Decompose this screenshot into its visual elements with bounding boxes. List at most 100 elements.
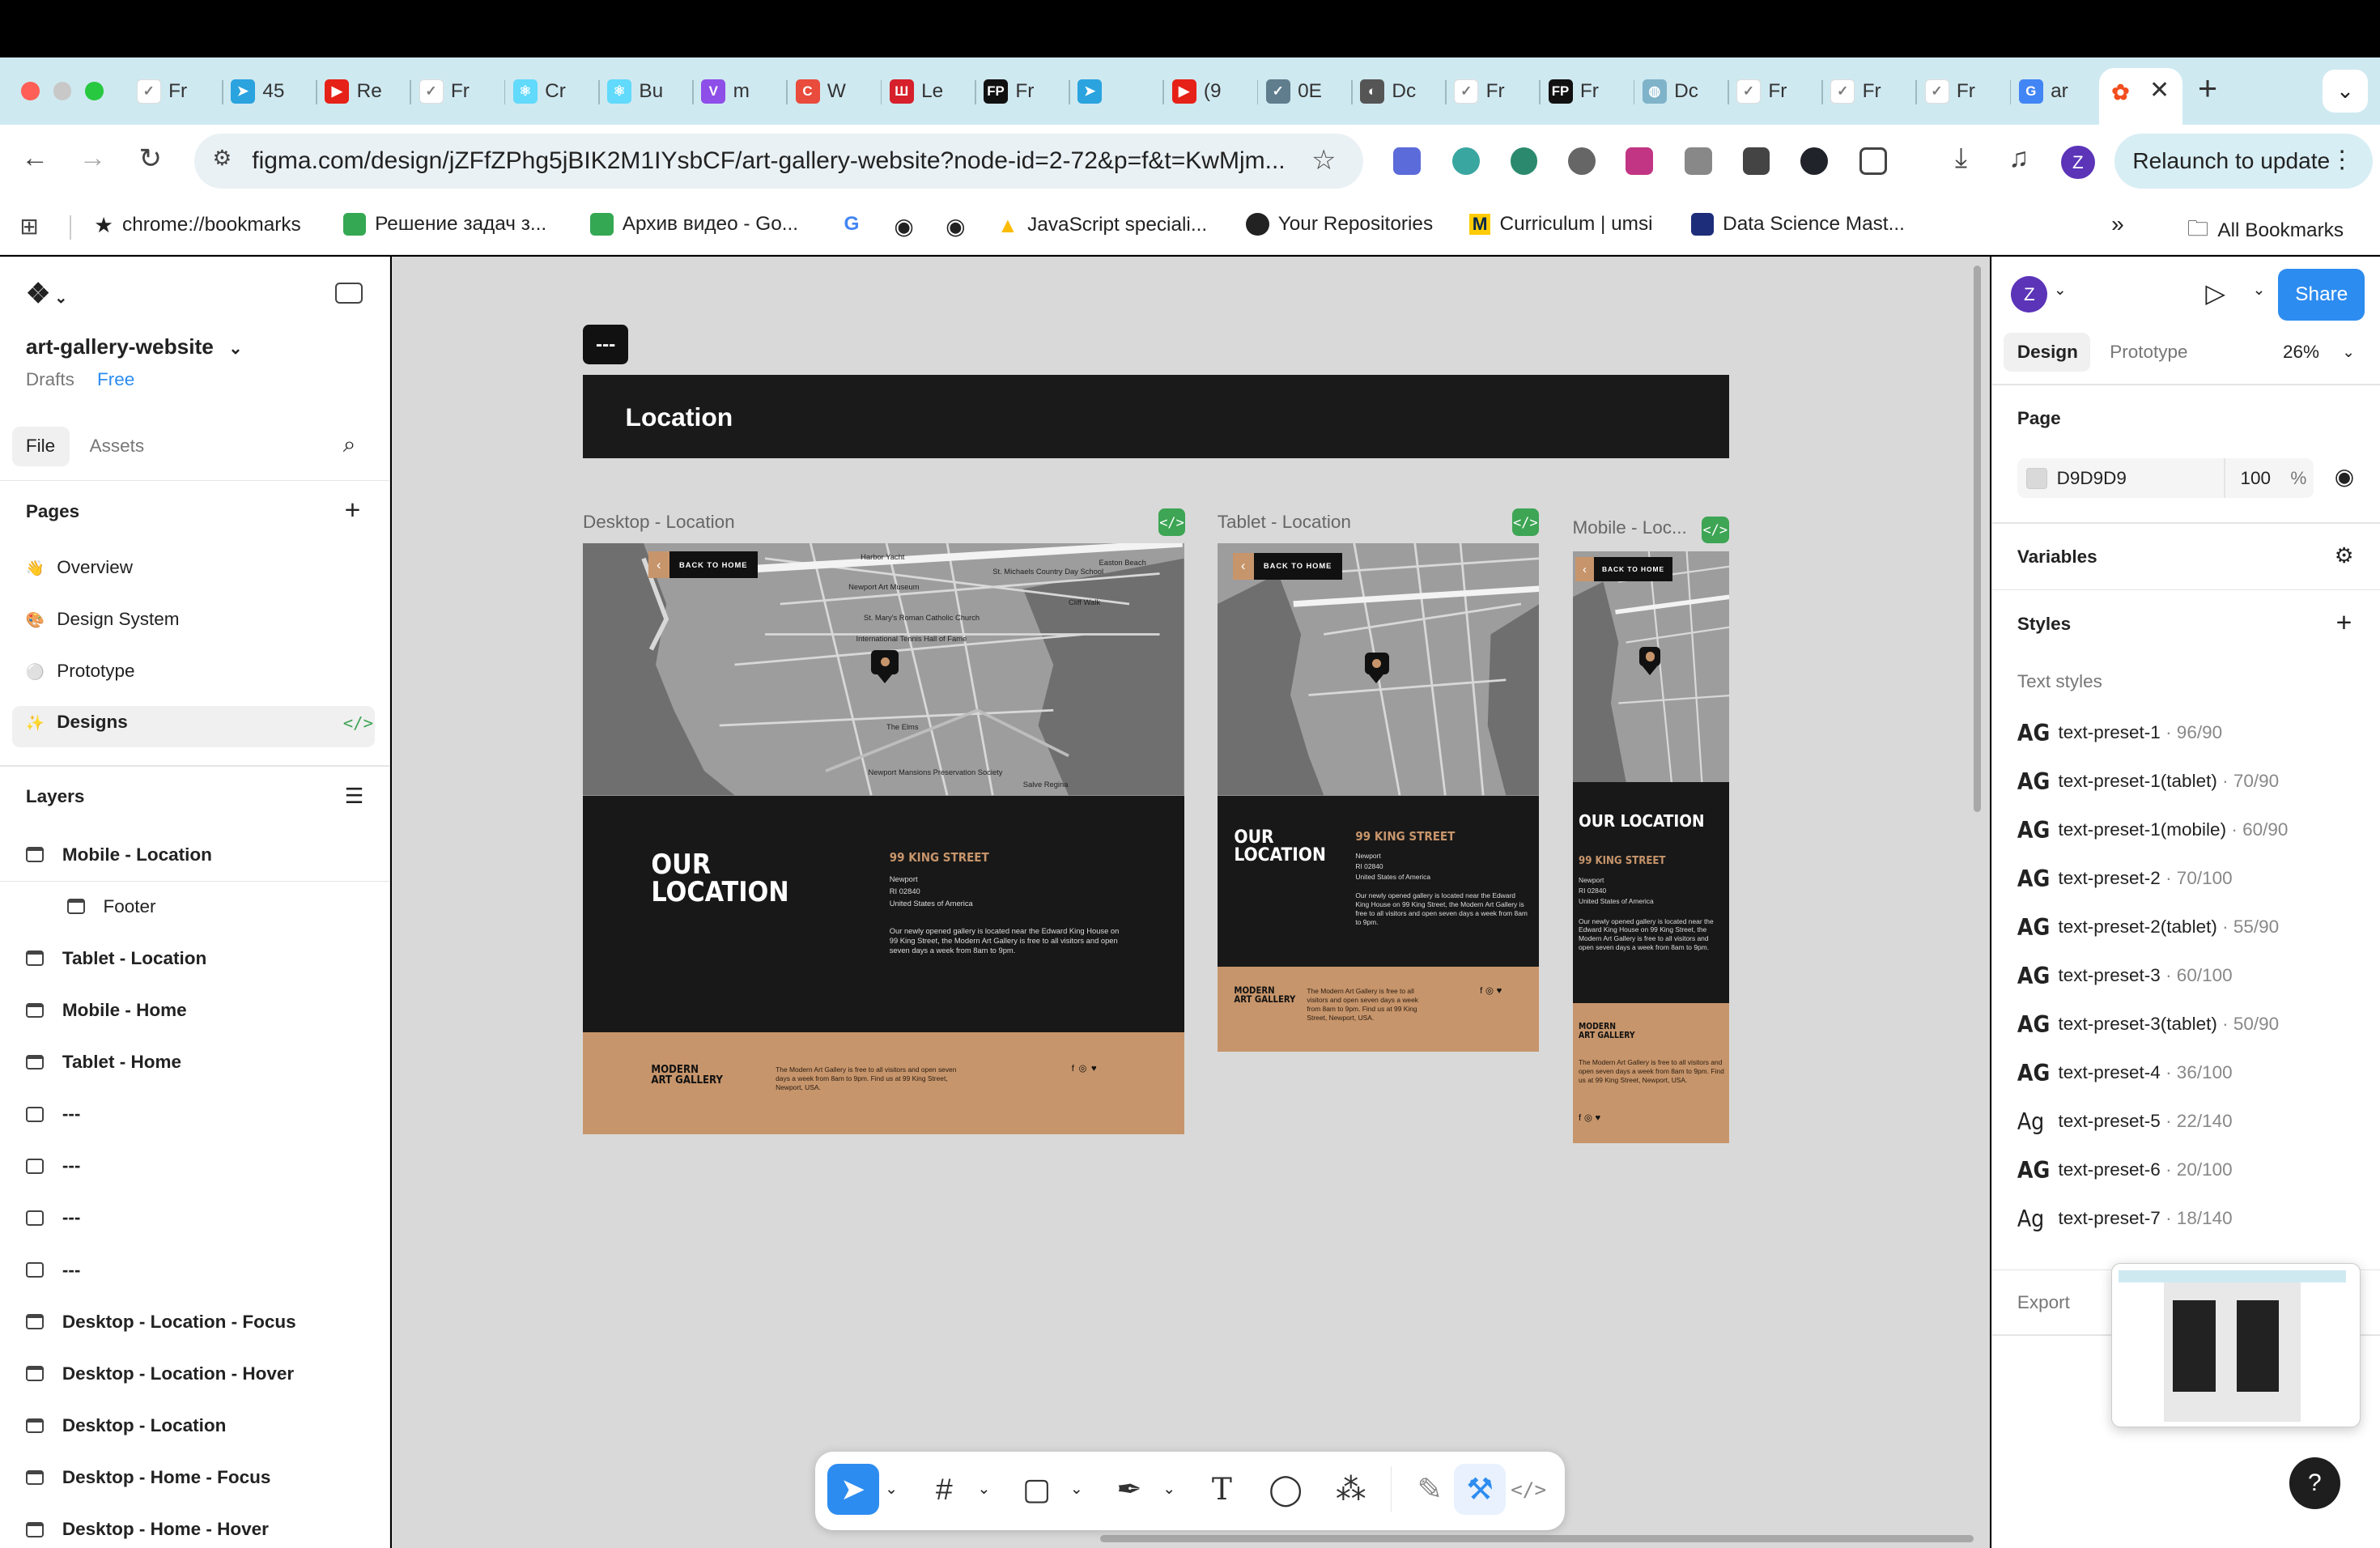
browser-tab[interactable]: ◍ Dc <box>1642 67 1719 116</box>
text-style-item[interactable]: AG text-preset-4 · 36/100 <box>2017 1060 2233 1087</box>
extensions-puzzle-icon[interactable] <box>1859 147 1887 175</box>
profile-avatar[interactable]: Z <box>2061 146 2095 180</box>
dev-mode-code-icon[interactable]: </> <box>1158 508 1186 536</box>
tab-design[interactable]: Design <box>2017 342 2078 363</box>
text-style-item[interactable]: AG text-preset-2 · 70/100 <box>2017 865 2233 892</box>
page-item[interactable]: ⚪ Prototype <box>26 661 135 682</box>
layer-item[interactable]: --- <box>25 1207 80 1228</box>
all-bookmarks[interactable]: 🗀 All Bookmarks <box>2187 213 2344 249</box>
page-color-hex[interactable]: D9D9D9 <box>2057 468 2127 489</box>
twitter-icon[interactable]: ♥ <box>1497 986 1505 996</box>
extension-camera-icon[interactable] <box>1626 147 1653 175</box>
browser-tab[interactable]: ✓ Fr <box>136 67 213 116</box>
zoom-level[interactable]: 26% <box>2283 342 2319 363</box>
maximize-window-button[interactable] <box>85 82 104 100</box>
social-icons[interactable]: f◎♥ <box>1579 1112 1604 1123</box>
figma-menu-icon[interactable]: ❖ ⌄ <box>26 278 67 310</box>
page-item[interactable]: 🎨 Design System <box>26 609 180 630</box>
browser-tab[interactable]: ▶ (9 <box>1171 67 1248 116</box>
drafts-label[interactable]: Drafts <box>26 369 74 390</box>
layer-item[interactable]: Desktop - Home - Hover <box>25 1519 269 1540</box>
variables-heading[interactable]: Variables <box>2017 546 2097 568</box>
desktop-frame-title[interactable]: Desktop - Location <box>583 512 735 533</box>
browser-tab[interactable]: Vm <box>701 67 777 116</box>
download-icon[interactable]: ⤓ <box>1944 142 1978 174</box>
forward-icon[interactable]: → <box>76 142 109 174</box>
search-icon[interactable]: ⌕ <box>343 432 356 458</box>
close-tab-icon[interactable]: ✕ <box>2149 76 2170 104</box>
frame-tool-icon[interactable]: # <box>918 1464 970 1516</box>
extension-screenshot-icon[interactable] <box>1685 147 1712 175</box>
minimize-window-button[interactable] <box>53 82 72 100</box>
text-style-item[interactable]: Ag text-preset-7 · 18/140 <box>2017 1206 2233 1232</box>
instagram-icon[interactable]: ◎ <box>1485 986 1497 996</box>
instagram-icon[interactable]: ◎ <box>1584 1113 1596 1123</box>
layer-item[interactable]: Desktop - Home - Focus <box>25 1467 270 1488</box>
browser-tab[interactable]: Gar <box>2018 67 2095 116</box>
tab-assets[interactable]: Assets <box>90 436 145 457</box>
chevron-down-icon[interactable]: ⌄ <box>1162 1480 1175 1498</box>
kebab-menu-icon[interactable]: ⋮ <box>2330 146 2354 174</box>
layer-item[interactable]: --- <box>25 1104 80 1125</box>
export-heading[interactable]: Export <box>2017 1292 2070 1313</box>
add-page-icon[interactable]: + <box>345 495 361 526</box>
help-button[interactable]: ? <box>2289 1457 2341 1509</box>
vertical-scrollbar[interactable] <box>1973 266 1981 813</box>
present-play-icon[interactable]: ▷ <box>2205 278 2225 308</box>
comment-tool-icon[interactable]: ◯ <box>1260 1464 1311 1516</box>
chevron-down-icon[interactable]: ⌄ <box>2342 343 2355 361</box>
extension-react-icon[interactable] <box>1800 147 1828 175</box>
text-style-item[interactable]: AG text-preset-3(tablet) · 50/90 <box>2017 1011 2279 1038</box>
text-style-item[interactable]: AG text-preset-1(mobile) · 60/90 <box>2017 817 2289 844</box>
new-tab-icon[interactable]: + <box>2198 70 2217 108</box>
design-mode-icon[interactable]: ⚒ <box>1454 1463 1506 1516</box>
chevron-down-icon[interactable]: ⌄ <box>885 1480 898 1498</box>
section-tag[interactable]: --- <box>583 325 629 364</box>
mobile-frame-title[interactable]: Mobile - Loc... <box>1573 517 1687 538</box>
layer-item[interactable]: Mobile - Location <box>25 844 212 865</box>
social-icons[interactable]: f◎♥ <box>1072 1063 1102 1074</box>
browser-tab[interactable]: ✓ Fr <box>419 67 495 116</box>
page-item[interactable]: ✨ Designs <box>26 712 128 733</box>
tab-prototype[interactable]: Prototype <box>2110 342 2187 363</box>
layer-item[interactable]: Tablet - Location <box>25 948 206 969</box>
browser-tab[interactable]: CW <box>795 67 872 116</box>
variables-settings-icon[interactable]: ⚙ <box>2335 543 2354 568</box>
media-control-icon[interactable]: ♫ <box>2002 142 2035 174</box>
color-swatch[interactable] <box>2026 467 2048 489</box>
bookmark-globe-1[interactable]: ◉ <box>894 213 914 240</box>
screen-preview-thumbnail[interactable] <box>2111 1263 2361 1427</box>
relaunch-button[interactable]: Relaunch to update ⋮ <box>2114 134 2373 189</box>
facebook-icon[interactable]: f <box>1480 986 1485 996</box>
text-style-item[interactable]: Ag text-preset-5 · 22/140 <box>2017 1108 2233 1135</box>
text-tool-icon[interactable]: T <box>1196 1464 1248 1516</box>
bookmark-globe-2[interactable]: ◉ <box>946 213 966 240</box>
actions-tool-icon[interactable]: ⁂ <box>1325 1464 1377 1516</box>
browser-tab[interactable]: ▶ Re <box>325 67 401 116</box>
text-style-item[interactable]: AG text-preset-1(tablet) · 70/90 <box>2017 768 2279 795</box>
browser-tab[interactable]: ➤ <box>1077 67 1154 116</box>
text-style-item[interactable]: AG text-preset-2(tablet) · 55/90 <box>2017 914 2279 941</box>
reload-icon[interactable]: ↻ <box>134 142 167 175</box>
browser-tab[interactable]: ✓ 0E <box>1265 67 1342 116</box>
browser-tab[interactable]: FP Fr <box>1548 67 1625 116</box>
rectangle-tool-icon[interactable]: ▢ <box>1011 1464 1063 1516</box>
chevron-down-icon[interactable]: ⌄ <box>978 1480 991 1498</box>
tablet-frame-title[interactable]: Tablet - Location <box>1218 512 1351 533</box>
bookmark-curriculum[interactable]: M Curriculum | umsi <box>1469 213 1653 236</box>
text-style-item[interactable]: AG text-preset-1 · 96/90 <box>2017 720 2222 746</box>
bookmark-repositories[interactable]: Your Repositories <box>1246 212 1433 236</box>
twitter-icon[interactable]: ♥ <box>1595 1113 1603 1123</box>
browser-tab[interactable]: ✓ Fr <box>1924 67 2001 116</box>
browser-tab[interactable]: ✓ Fr <box>1454 67 1530 116</box>
bookmark-star-icon[interactable]: ☆ <box>1311 144 1336 176</box>
horizontal-scrollbar[interactable] <box>1100 1534 1974 1542</box>
back-to-home-button[interactable]: ‹ BACK TO HOME <box>1575 557 1673 582</box>
dev-mode-code-icon[interactable]: </> <box>1701 516 1729 544</box>
tab-file[interactable]: File <box>26 436 55 457</box>
bookmark-chrome[interactable]: ★ chrome://bookmarks <box>94 213 300 238</box>
text-style-item[interactable]: AG text-preset-3 · 60/100 <box>2017 963 2233 989</box>
layer-item[interactable]: Desktop - Location - Focus <box>25 1312 296 1333</box>
browser-tab[interactable]: ➤ 45 <box>231 67 307 116</box>
instagram-icon[interactable]: ◎ <box>1079 1064 1091 1074</box>
